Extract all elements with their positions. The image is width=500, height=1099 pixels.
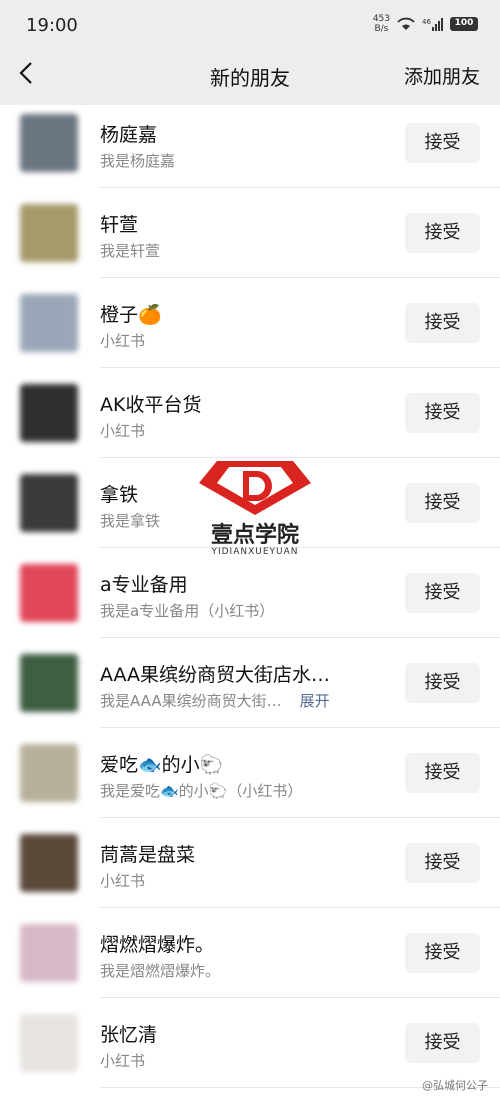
request-message: 小红书 bbox=[100, 1050, 145, 1071]
avatar[interactable] bbox=[20, 114, 78, 172]
friend-request-row[interactable]: 橙子🍊 小红书 接受 bbox=[0, 278, 500, 368]
contact-name: 爱吃🐟的小🐑 bbox=[100, 754, 224, 776]
avatar[interactable] bbox=[20, 204, 78, 262]
logo-pinyin: YIDIANXUEYUAN bbox=[211, 547, 299, 557]
diamond-logo-icon bbox=[199, 461, 311, 515]
signal-label: 46 bbox=[422, 18, 431, 26]
accept-button[interactable]: 接受 bbox=[405, 123, 480, 163]
accept-button[interactable]: 接受 bbox=[405, 573, 480, 613]
contact-name: 茼蒿是盘菜 bbox=[100, 844, 196, 866]
logo-text: 壹点学院 bbox=[210, 522, 299, 548]
request-message-text: 我是拿铁 bbox=[100, 512, 161, 530]
avatar[interactable] bbox=[20, 474, 78, 532]
avatar[interactable] bbox=[20, 834, 78, 892]
avatar[interactable] bbox=[20, 654, 78, 712]
corner-watermark: @弘城何公子 bbox=[422, 1079, 488, 1092]
request-message: 小红书 bbox=[100, 870, 145, 891]
request-message: 小红书 bbox=[100, 330, 145, 351]
battery-icon: 100 bbox=[450, 17, 478, 31]
request-message-text: 小红书 bbox=[100, 1052, 146, 1070]
avatar[interactable] bbox=[20, 564, 78, 622]
friend-request-row[interactable]: AK收平台货小红书 接受 bbox=[0, 368, 500, 458]
accept-button[interactable]: 接受 bbox=[405, 483, 480, 523]
contact-name: 熠燃熠爆炸。 bbox=[100, 934, 215, 956]
contact-name: 橙子🍊 bbox=[100, 304, 162, 326]
contact-name: 杨庭嘉 bbox=[100, 124, 158, 146]
request-message: 我是AAA果缤纷商贸大街… 展开 bbox=[100, 690, 330, 711]
watermark-logo: 壹点学院 YIDIANXUEYUAN bbox=[195, 455, 315, 565]
avatar[interactable] bbox=[20, 294, 78, 352]
request-message-text: 小红书 bbox=[100, 422, 146, 440]
accept-button[interactable]: 接受 bbox=[405, 213, 480, 253]
request-message-text: 小红书 bbox=[100, 872, 146, 890]
add-friends-button[interactable]: 添加朋友 bbox=[404, 62, 480, 89]
friend-request-row[interactable]: AAA果缤纷商贸大街店水… 我是AAA果缤纷商贸大街… 展开 接受 bbox=[0, 638, 500, 728]
friend-request-row[interactable]: 轩萱我是轩萱 接受 bbox=[0, 188, 500, 278]
signal-icon: 46 bbox=[422, 18, 443, 31]
request-message-text: 我是杨庭嘉 bbox=[100, 152, 176, 170]
contact-name: a专业备用 bbox=[100, 574, 188, 596]
accept-button[interactable]: 接受 bbox=[405, 753, 480, 793]
request-message-text: 我是爱吃🐟的小🐑（小红书） bbox=[100, 782, 303, 800]
friend-request-row[interactable]: 茼蒿是盘菜小红书 接受 bbox=[0, 818, 500, 908]
request-message-text: 我是熠燃熠爆炸。 bbox=[100, 962, 221, 980]
request-message: 我是熠燃熠爆炸。 bbox=[100, 960, 220, 981]
status-indicators: 453 B/s 46 100 bbox=[373, 14, 478, 34]
contact-name: 轩萱 bbox=[100, 214, 139, 236]
accept-button[interactable]: 接受 bbox=[405, 933, 480, 973]
contact-name: AK收平台货 bbox=[100, 394, 202, 416]
wifi-icon bbox=[397, 17, 415, 30]
request-message: 我是爱吃🐟的小🐑（小红书） bbox=[100, 780, 302, 801]
request-message: 我是轩萱 bbox=[100, 240, 160, 261]
request-message: 我是a专业备用（小红书） bbox=[100, 600, 274, 621]
top-bar: 19:00 453 B/s 46 100 新的朋友 添加朋友 bbox=[0, 0, 500, 105]
avatar[interactable] bbox=[20, 1014, 78, 1072]
avatar[interactable] bbox=[20, 744, 78, 802]
accept-button[interactable]: 接受 bbox=[405, 1023, 480, 1063]
contact-name: 张忆清 bbox=[100, 1024, 158, 1046]
friend-request-row[interactable]: 熠燃熠爆炸。我是熠燃熠爆炸。 接受 bbox=[0, 908, 500, 998]
request-message-text: 我是a专业备用（小红书） bbox=[100, 602, 275, 620]
contact-name: AAA果缤纷商贸大街店水… bbox=[100, 664, 331, 686]
accept-button[interactable]: 接受 bbox=[405, 303, 480, 343]
avatar[interactable] bbox=[20, 384, 78, 442]
request-message-text: 小红书 bbox=[100, 332, 146, 350]
friend-request-row[interactable]: 爱吃🐟的小🐑 我是爱吃🐟的小🐑（小红书） 接受 bbox=[0, 728, 500, 818]
expand-link[interactable]: 展开 bbox=[300, 692, 330, 710]
contact-name: 拿铁 bbox=[100, 484, 139, 506]
network-speed: 453 B/s bbox=[372, 14, 390, 34]
request-message-text: 我是AAA果缤纷商贸大街… bbox=[100, 692, 282, 710]
friend-request-row[interactable]: 张忆清小红书 接受 bbox=[0, 998, 500, 1088]
status-time: 19:00 bbox=[26, 15, 78, 36]
request-message: 我是杨庭嘉 bbox=[100, 150, 175, 171]
request-message-text: 我是轩萱 bbox=[100, 242, 161, 260]
accept-button[interactable]: 接受 bbox=[405, 393, 480, 433]
accept-button[interactable]: 接受 bbox=[405, 843, 480, 883]
request-message: 我是拿铁 bbox=[100, 510, 160, 531]
accept-button[interactable]: 接受 bbox=[405, 663, 480, 703]
friend-request-row[interactable]: 杨庭嘉我是杨庭嘉 接受 bbox=[0, 98, 500, 188]
request-message: 小红书 bbox=[100, 420, 145, 441]
avatar[interactable] bbox=[20, 924, 78, 982]
